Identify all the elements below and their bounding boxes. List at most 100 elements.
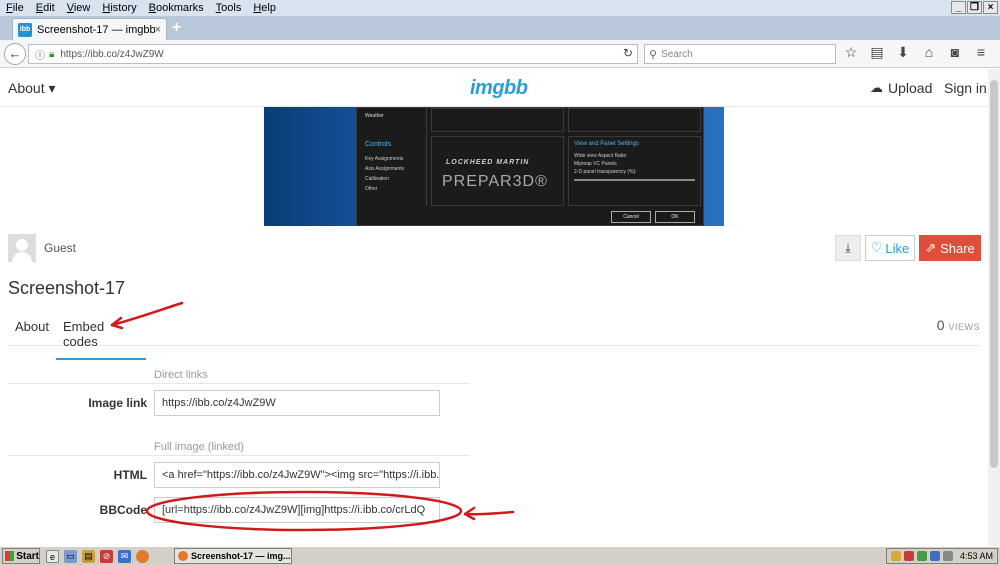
share-button[interactable]: ⇗ Share: [919, 235, 981, 261]
sign-in-link[interactable]: Sign in: [944, 80, 987, 96]
minimize-icon[interactable]: _: [951, 1, 966, 14]
full-image-heading: Full image (linked): [8, 441, 470, 456]
search-input[interactable]: ⚲ Search: [644, 44, 836, 64]
taskbar-firefox-window[interactable]: Screenshot-17 — img...: [174, 548, 292, 564]
html-code-field[interactable]: <a href="https://ibb.co/z4JwZ9W"><img sr…: [154, 462, 440, 488]
menu-bookmarks[interactable]: Bookmarks: [143, 2, 210, 14]
close-icon[interactable]: ×: [983, 1, 998, 14]
menu-icon[interactable]: ≡: [972, 44, 990, 61]
upload-label: Upload: [888, 80, 933, 96]
search-icon: ⚲: [649, 48, 658, 61]
desktop-icon[interactable]: ▭: [64, 549, 77, 563]
heart-icon: ♡: [870, 240, 883, 255]
quick-launch: e ▭ ▤ ⊘ ✉: [46, 549, 149, 563]
folder-icon[interactable]: ▤: [82, 549, 95, 563]
download-icon[interactable]: ⬇: [894, 44, 912, 61]
shield-icon[interactable]: [891, 551, 901, 561]
controls-item: Axis Assignments: [365, 166, 405, 172]
menu-bar: File Edit View History Bookmarks Tools H…: [0, 0, 1000, 16]
app-icon[interactable]: ✉: [118, 549, 131, 563]
back-button[interactable]: ←: [4, 43, 26, 65]
tab-embed-codes[interactable]: Embed codes: [56, 319, 146, 360]
menu-help[interactable]: Help: [247, 2, 282, 14]
cloud-upload-icon: ☁: [870, 80, 883, 95]
menu-file[interactable]: File: [0, 2, 30, 14]
image-link-label: Image link: [88, 396, 147, 410]
imgbb-favicon-icon: ibb: [18, 22, 32, 37]
restore-icon[interactable]: ❐: [967, 1, 982, 14]
settings-dialog-image: Weather Controls Key Assignments Axis As…: [356, 107, 704, 226]
dialog-ok-button: OK: [655, 211, 695, 223]
image-preview[interactable]: Weather Controls Key Assignments Axis As…: [264, 107, 724, 226]
menu-history[interactable]: History: [96, 2, 142, 14]
menu-edit[interactable]: Edit: [30, 2, 61, 14]
windows-flag-icon: [5, 551, 15, 561]
tab-strip: ibb Screenshot-17 — imgbb.com × +: [0, 16, 1000, 40]
taskbar: Start e ▭ ▤ ⊘ ✉ Screenshot-17 — img... 4…: [0, 546, 1000, 565]
home-icon[interactable]: ⌂: [920, 44, 938, 61]
info-icon[interactable]: ⓘ: [35, 47, 45, 62]
download-button[interactable]: ⤓: [835, 235, 861, 261]
reload-icon[interactable]: ↻: [623, 46, 633, 60]
bbcode-label: BBCode: [99, 503, 147, 517]
menu-tools[interactable]: Tools: [210, 2, 248, 14]
like-button[interactable]: ♡ Like: [865, 235, 915, 261]
volume-icon[interactable]: [943, 551, 953, 561]
block-icon[interactable]: ⊘: [100, 549, 113, 563]
security-icon[interactable]: [904, 551, 914, 561]
tab-about[interactable]: About: [15, 319, 49, 334]
car-icon[interactable]: [930, 551, 940, 561]
brand-line-1: LOCKHEED MARTIN: [446, 159, 530, 166]
system-tray: 4:53 AM: [886, 548, 998, 564]
reader-icon[interactable]: ▤: [868, 44, 886, 61]
panel-settings-heading: View and Panel Settings: [574, 141, 639, 147]
image-tabs: About Embed codes 0 VIEWS: [8, 309, 980, 360]
share-label: Share: [940, 240, 975, 256]
lock-icon: 🔒︎: [49, 48, 55, 60]
clock: 4:53 AM: [959, 551, 993, 561]
start-button[interactable]: Start: [2, 548, 40, 564]
task-title: Screenshot-17 — img...: [191, 551, 291, 561]
site-header: About ▾ imgbb ☁ Upload Sign in: [0, 69, 988, 107]
url-text: https://ibb.co/z4JwZ9W: [60, 48, 164, 60]
window-controls: _ ❐ ×: [951, 1, 998, 14]
view-panel-settings: View and Panel Settings Wide view Aspect…: [568, 136, 701, 206]
html-label: HTML: [113, 468, 147, 482]
toolbar-icons: ☆ ▤ ⬇ ⌂ ◙ ≡: [842, 44, 990, 61]
like-label: Like: [885, 240, 910, 256]
views-label: VIEWS: [948, 322, 980, 332]
controls-item: Calibration: [365, 176, 389, 182]
browser-tab[interactable]: ibb Screenshot-17 — imgbb.com ×: [12, 18, 167, 40]
brand-panel: LOCKHEED MARTIN PREPAR3D®: [431, 136, 564, 206]
firefox-icon: [178, 551, 188, 561]
uploader-name[interactable]: Guest: [44, 241, 76, 255]
about-dropdown[interactable]: About ▾: [8, 80, 56, 97]
upload-button[interactable]: ☁ Upload: [870, 80, 932, 96]
url-bar[interactable]: ⓘ 🔒︎ https://ibb.co/z4JwZ9W ↻: [28, 44, 638, 64]
avatar[interactable]: [8, 234, 36, 262]
settings-sidebar: Weather Controls Key Assignments Axis As…: [357, 108, 427, 206]
panel-setting-item: 2-D panel transparency (%):: [574, 169, 637, 175]
scrollbar-thumb[interactable]: [990, 80, 998, 468]
network-icon[interactable]: [917, 551, 927, 561]
search-placeholder: Search: [661, 48, 693, 60]
firefox-icon[interactable]: [136, 549, 149, 563]
views-count: 0: [936, 317, 945, 333]
menu-view[interactable]: View: [61, 2, 97, 14]
dialog-cancel-button: Cancel: [611, 211, 651, 223]
tab-close-icon[interactable]: ×: [155, 24, 161, 36]
panel-frame: [431, 108, 564, 132]
star-icon[interactable]: ☆: [842, 44, 860, 61]
weather-item: Weather: [365, 113, 384, 119]
pocket-icon[interactable]: ◙: [946, 44, 964, 61]
uploader-row: Guest ⤓ ♡ Like ⇗ Share: [0, 226, 988, 276]
nav-bar: ← ⓘ 🔒︎ https://ibb.co/z4JwZ9W ↻ ⚲ Search…: [0, 40, 1000, 68]
image-link-field[interactable]: https://ibb.co/z4JwZ9W: [154, 390, 440, 416]
views-counter: 0 VIEWS: [937, 317, 980, 333]
new-tab-button[interactable]: +: [172, 19, 181, 37]
controls-item: Key Assignments: [365, 156, 404, 162]
imgbb-logo[interactable]: imgbb: [470, 77, 528, 100]
ie-icon[interactable]: e: [46, 549, 59, 563]
transparency-slider: [574, 179, 695, 181]
bbcode-field[interactable]: [url=https://ibb.co/z4JwZ9W][img]https:/…: [154, 497, 440, 523]
